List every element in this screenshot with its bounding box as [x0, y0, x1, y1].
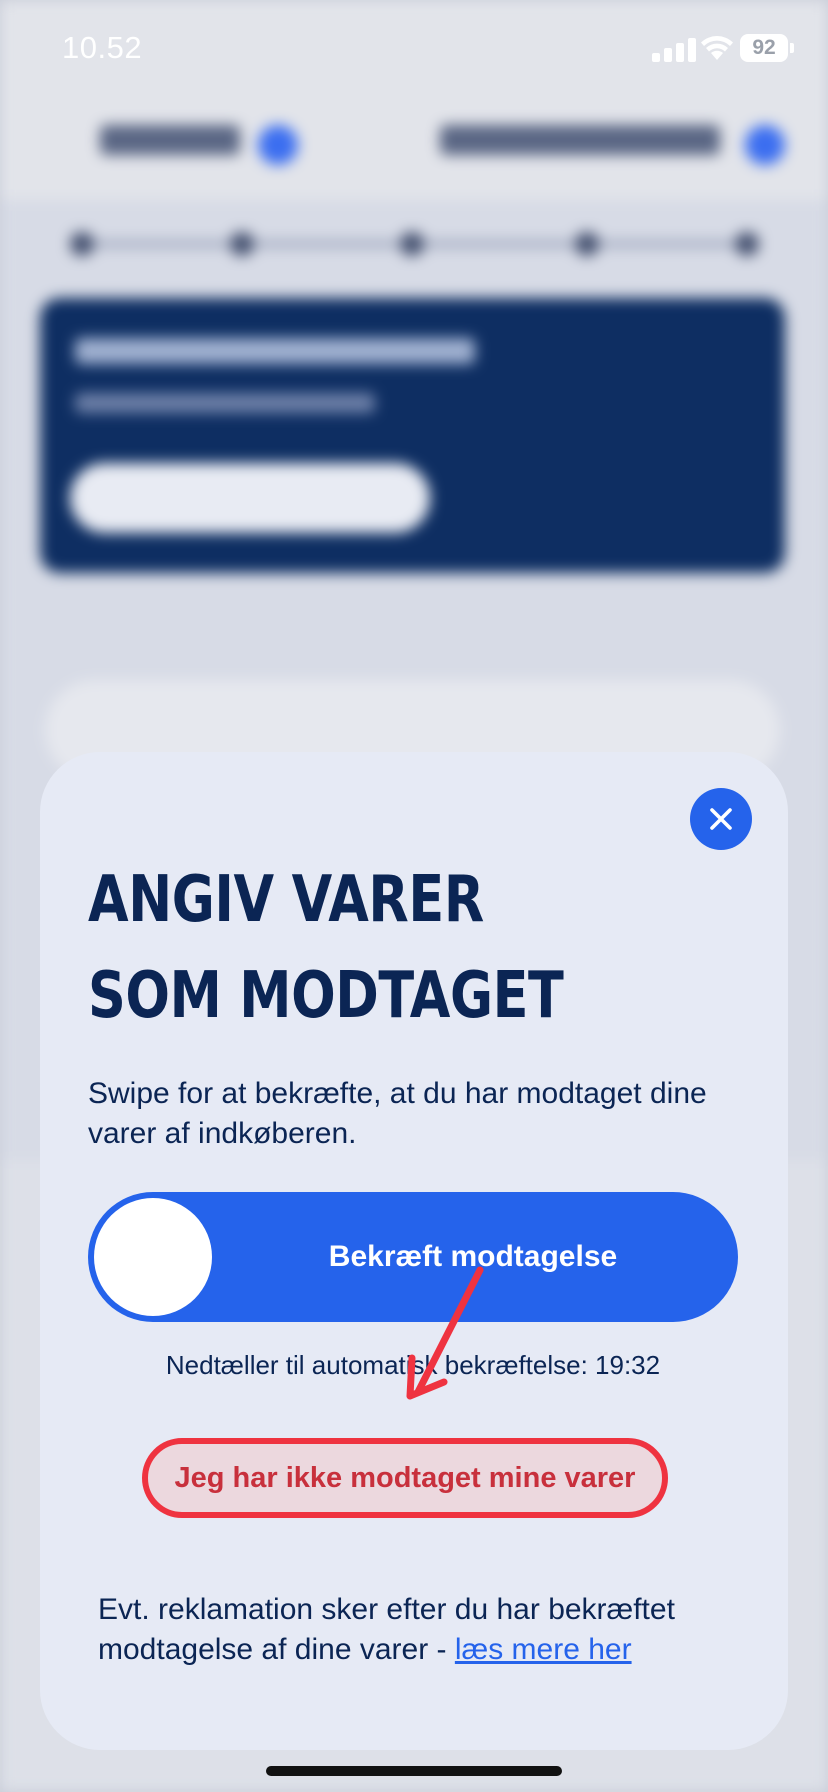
modal-title-line-1: ANGIV VARER [88, 863, 484, 937]
background-step [70, 232, 94, 256]
home-indicator [266, 1766, 562, 1776]
cellular-signal-icon [652, 38, 698, 62]
background-step [400, 232, 424, 256]
background-tab-badge-right [745, 125, 785, 165]
slider-label: Bekræft modtagelse [328, 1240, 618, 1273]
wifi-icon [701, 36, 733, 60]
background-card-button [70, 463, 430, 533]
background-card [40, 298, 785, 573]
not-received-button[interactable]: Jeg har ikke modtaget mine varer [142, 1438, 668, 1518]
background-step [735, 232, 759, 256]
modal-title-line-2: SOM MODTAGET [88, 959, 564, 1033]
close-button[interactable] [690, 788, 752, 850]
background-step [575, 232, 599, 256]
modal-description: Swipe for at bekræfte, at du har modtage… [88, 1077, 707, 1150]
read-more-link[interactable]: læs mere her [455, 1633, 632, 1666]
complaint-note: Evt. reklamation sker efter du har bekræ… [98, 1590, 758, 1670]
slider-handle[interactable] [94, 1198, 212, 1316]
background-tab-right [440, 125, 720, 155]
background-tab-badge-left [258, 125, 298, 165]
battery-nub [790, 43, 794, 53]
background-card-line [75, 393, 375, 413]
background-step [230, 232, 254, 256]
background-card-line [75, 338, 475, 364]
auto-confirm-countdown: Nedtæller til automatisk bekræftelse: 19… [165, 1350, 661, 1380]
close-icon [710, 808, 732, 830]
background-tab-left [100, 125, 240, 155]
battery-icon: 92 [740, 34, 788, 62]
confirm-receipt-slider[interactable]: Bekræft modtagelse [88, 1192, 738, 1322]
confirm-receipt-modal: ANGIV VARER SOM MODTAGET Swipe for at be… [40, 752, 788, 1750]
status-bar: 10.52 92 [0, 0, 828, 100]
modal-title: ANGIV VARER SOM MODTAGET [88, 852, 580, 1044]
status-time: 10.52 [62, 30, 143, 65]
